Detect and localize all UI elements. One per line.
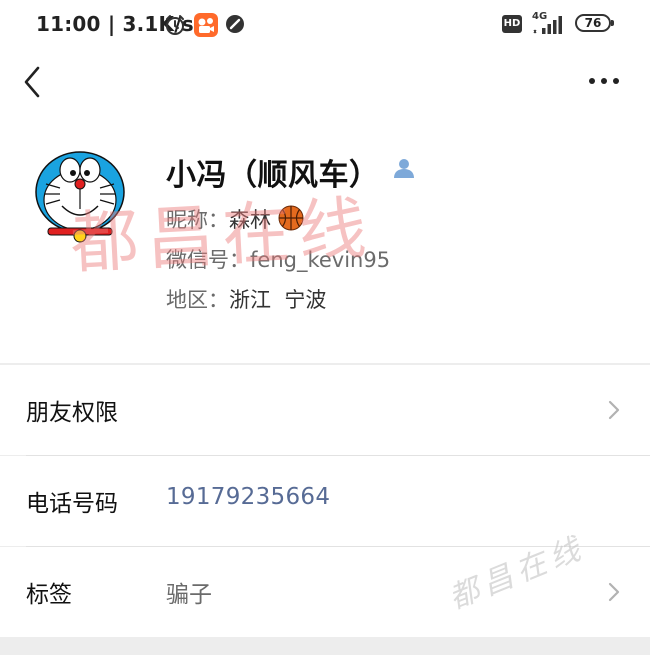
signal-icon: [533, 16, 562, 34]
friend-permissions-row[interactable]: 朋友权限: [0, 365, 650, 455]
alarm-icon: [166, 15, 184, 35]
profile-card: 小冯（顺风车） 昵称：森林 微信号：feng_kevin95 地区：浙江 宁波: [0, 120, 650, 363]
tags-value: 骗子: [166, 582, 212, 608]
contact-person-icon: [394, 159, 414, 178]
phone-number-link[interactable]: 19179235664: [166, 484, 330, 510]
phone-label: 电话号码: [26, 491, 118, 517]
region-line: 地区：浙江 宁波: [166, 284, 326, 314]
contact-name: 小冯（顺风车）: [166, 158, 380, 193]
do-not-disturb-icon: [226, 15, 244, 33]
tags-label: 标签: [26, 582, 72, 608]
phone-row: 电话号码 19179235664: [0, 456, 650, 546]
nickname-label: 昵称：: [166, 208, 229, 232]
region-value: 浙江 宁波: [229, 288, 327, 312]
nickname-value: 森林: [229, 208, 271, 232]
battery-icon: 76: [575, 14, 611, 32]
battery-tip: [611, 20, 614, 26]
region-label: 地区：: [166, 288, 229, 312]
status-bar: 11:00 | 3.1K/s HD 4G 76: [0, 0, 650, 50]
hd-icon: HD: [502, 15, 522, 33]
back-button[interactable]: [18, 62, 58, 102]
kuaishou-app-icon: [194, 13, 218, 37]
more-options-button[interactable]: [584, 66, 624, 96]
wechat-id-label: 微信号：: [166, 248, 250, 272]
battery-level: 76: [584, 16, 602, 30]
avatar[interactable]: [32, 148, 128, 244]
chevron-right-icon: [608, 400, 620, 420]
nav-bar: [0, 50, 650, 120]
friend-permissions-label: 朋友权限: [26, 400, 118, 426]
basketball-icon: [278, 205, 304, 231]
wechat-id-value: feng_kevin95: [250, 248, 391, 272]
wechat-id-line: 微信号：feng_kevin95: [166, 244, 390, 274]
tags-row[interactable]: 标签 骗子: [0, 547, 650, 637]
chevron-right-icon: [608, 582, 620, 602]
nickname-line: 昵称：森林: [166, 204, 304, 234]
